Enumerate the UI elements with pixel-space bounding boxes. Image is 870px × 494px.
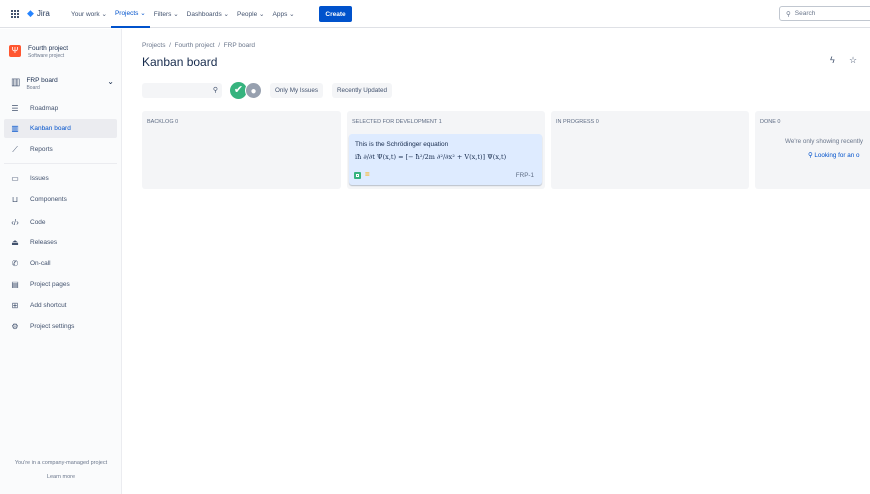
page-title: Kanban board xyxy=(142,55,218,69)
recently-updated-filter[interactable]: Recently Updated xyxy=(332,83,393,98)
search-input[interactable]: ⚲ Search xyxy=(779,6,870,21)
nav-filters[interactable]: Filters ⌄ xyxy=(150,0,183,28)
sidebar-item-code[interactable]: ‹/› Code xyxy=(4,213,117,232)
nav-dashboards[interactable]: Dashboards ⌄ xyxy=(183,0,233,28)
project-name: Fourth project xyxy=(28,45,69,52)
issues-icon: ▭ xyxy=(11,174,19,183)
roadmap-icon: ☰ xyxy=(11,104,19,113)
jira-icon: ◆ xyxy=(27,8,34,18)
chevron-down-icon: ⌄ xyxy=(107,77,114,86)
nav-people[interactable]: People ⌄ xyxy=(233,0,269,28)
sidebar-item-add-shortcut[interactable]: ⊞ Add shortcut xyxy=(4,296,117,315)
jira-logo[interactable]: ◆ Jira xyxy=(27,8,50,19)
sidebar-item-project-settings[interactable]: ⚙ Project settings xyxy=(4,317,117,336)
settings-icon: ⚙ xyxy=(11,322,19,331)
divider xyxy=(4,163,117,164)
sidebar-item-issues[interactable]: ▭ Issues xyxy=(4,169,117,188)
code-icon: ‹/› xyxy=(11,218,19,227)
nav-projects[interactable]: Projects ⌄ xyxy=(110,0,150,28)
components-icon: ⊔ xyxy=(11,195,19,204)
issue-card[interactable]: This is the Schrödinger equation iħ ∂/∂t… xyxy=(349,134,542,185)
star-icon[interactable]: ☆ xyxy=(849,55,857,66)
learn-more-link[interactable]: Learn more xyxy=(0,474,122,480)
sidebar-item-on-call[interactable]: ✆ On-call xyxy=(4,254,117,273)
sidebar-item-reports[interactable]: ⟋ Reports xyxy=(4,140,117,159)
column-backlog: BACKLOG 0 xyxy=(142,111,341,189)
avatar-user-icon[interactable]: ● xyxy=(245,82,262,99)
top-nav: ◆ Jira Your work ⌄ Projects ⌄ Filters ⌄ D… xyxy=(0,0,870,28)
sidebar-item-kanban-board[interactable]: ▥ Kanban board xyxy=(4,119,117,138)
priority-medium-icon: = xyxy=(365,170,370,179)
on-call-icon: ✆ xyxy=(11,259,19,268)
older-issues-link[interactable]: ⚲ Looking for an o xyxy=(808,152,860,159)
card-equation: iħ ∂/∂t Ψ(x,t) = [− ħ²/2m ∂²/∂x² + V(x,t… xyxy=(355,153,507,161)
nav-apps[interactable]: Apps ⌄ xyxy=(269,0,299,28)
board-search-input[interactable]: ⚲ xyxy=(142,83,222,98)
breadcrumb: Projects / Fourth project / FRP board xyxy=(142,42,255,49)
search-icon: ⚲ xyxy=(808,152,813,159)
story-type-icon xyxy=(354,172,361,179)
project-type: Software project xyxy=(28,53,65,59)
nav-your-work[interactable]: Your work ⌄ xyxy=(67,0,111,28)
sidebar-item-roadmap[interactable]: ☰ Roadmap xyxy=(4,99,117,118)
search-icon: ⚲ xyxy=(212,87,218,94)
sidebar-item-components[interactable]: ⊔ Components xyxy=(4,190,117,209)
pages-icon: ▤ xyxy=(11,280,19,289)
board-icon: ▥ xyxy=(11,77,21,88)
project-type-note: You're in a company-managed project xyxy=(14,460,108,466)
lightning-icon[interactable]: ϟ xyxy=(830,55,835,65)
board-selector[interactable]: ▥ FRP board Board ⌄ xyxy=(11,77,114,91)
releases-icon: ⏏ xyxy=(11,238,19,247)
search-icon: ⚲ xyxy=(786,10,791,18)
app-switcher-icon[interactable] xyxy=(11,10,19,18)
only-my-issues-filter[interactable]: Only My Issues xyxy=(270,83,324,98)
add-shortcut-icon: ⊞ xyxy=(11,301,19,310)
column-in-progress: IN PROGRESS 0 xyxy=(551,111,749,189)
project-header[interactable]: Ψ Fourth project Software project xyxy=(9,45,68,59)
create-button[interactable]: Create xyxy=(319,6,352,22)
reports-icon: ⟋ xyxy=(12,144,18,154)
card-summary: This is the Schrödinger equation xyxy=(355,141,449,148)
project-avatar-icon: Ψ xyxy=(9,45,21,57)
sidebar: Ψ Fourth project Software project ▥ FRP b… xyxy=(0,29,122,494)
issue-key[interactable]: FRP-1 xyxy=(516,172,534,179)
sidebar-item-releases[interactable]: ⏏ Releases xyxy=(4,233,117,252)
sidebar-item-project-pages[interactable]: ▤ Project pages xyxy=(4,275,117,294)
board-icon: ▥ xyxy=(11,124,19,133)
done-note: We're only showing recently xyxy=(785,138,864,145)
column-done: DONE 0 We're only showing recently ⚲ Loo… xyxy=(755,111,870,189)
